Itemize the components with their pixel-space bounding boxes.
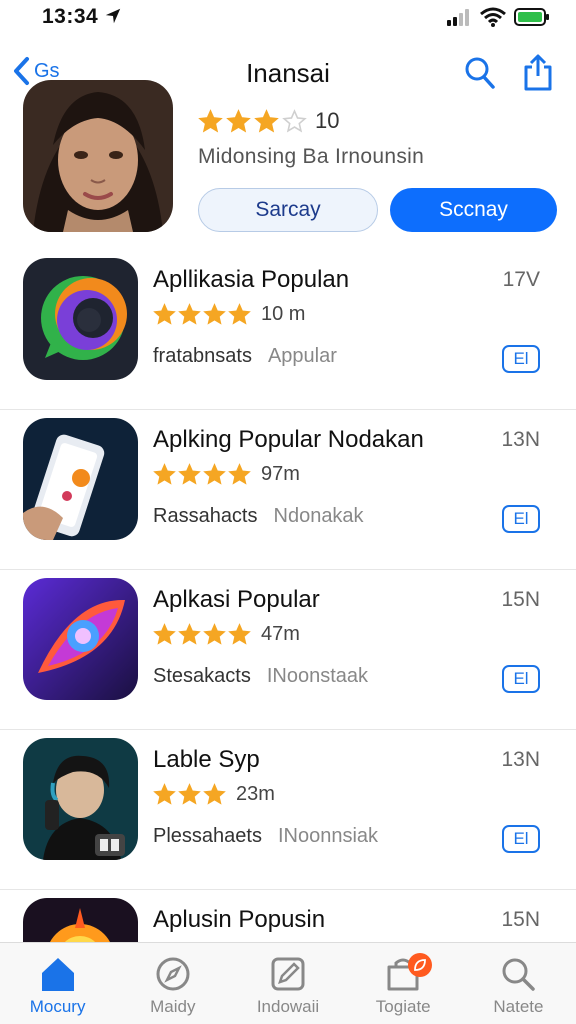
location-arrow-icon — [105, 8, 121, 24]
app-meta: fratabnsats Appular — [153, 345, 337, 368]
star-filled-icon — [178, 623, 201, 645]
get-button[interactable]: El — [502, 505, 540, 533]
star-rating — [153, 783, 226, 806]
app-avatar — [23, 80, 173, 232]
tab-label: Natete — [493, 997, 544, 1016]
app-icon-chat — [23, 258, 138, 380]
wifi-icon — [480, 7, 506, 27]
app-category: INoonstaak — [266, 665, 368, 687]
app-name: Apllikasia Populan — [153, 266, 350, 293]
tab-bar: Mocury Maidy Indowaii Togiate Natete — [0, 942, 576, 1024]
app-name: Aplkasi Popular — [153, 586, 320, 613]
rating-count: 10 m — [261, 303, 306, 325]
star-rating — [198, 108, 307, 134]
tab-home[interactable]: Mocury — [0, 943, 115, 1024]
star-filled-icon — [226, 108, 251, 132]
app-rating: 10 m — [153, 303, 305, 326]
rating-count: 23m — [236, 783, 275, 805]
leaf-icon — [413, 959, 426, 971]
hero-subtitle: Midonsing Ba Irnounsin — [198, 145, 425, 168]
app-category: INoonnsiak — [277, 825, 379, 847]
star-filled-icon — [153, 623, 176, 645]
app-name: Aplking Popular Nodakan — [153, 426, 424, 453]
app-size: 15N — [501, 588, 540, 611]
star-empty-icon — [282, 108, 307, 132]
rating-value: 10 — [315, 108, 340, 133]
star-filled-icon — [203, 463, 226, 485]
status-indicators — [446, 7, 550, 27]
star-filled-icon — [203, 783, 226, 805]
star-filled-icon — [178, 303, 201, 325]
star-filled-icon — [203, 303, 226, 325]
app-rating: 97m — [153, 463, 300, 486]
star-filled-icon — [228, 623, 251, 645]
battery-icon — [514, 8, 549, 26]
star-filled-icon — [153, 783, 176, 805]
app-developer: Rassahacts — [153, 505, 258, 527]
star-filled-icon — [198, 108, 223, 132]
rating-count: 47m — [261, 623, 300, 645]
star-rating — [153, 303, 251, 326]
star-filled-icon — [153, 463, 176, 485]
search-icon — [502, 958, 536, 991]
search-icon[interactable] — [464, 56, 496, 90]
app-developer: Plessahaets — [153, 825, 262, 847]
app-list: Apllikasia Populan 17V 10 m fratabnsats A… — [0, 250, 576, 1024]
status-time: 13:34 — [42, 5, 99, 28]
star-filled-icon — [203, 623, 226, 645]
app-meta: Rassahacts Ndonakak — [153, 505, 364, 528]
star-rating — [153, 623, 251, 646]
app-icon-person — [23, 738, 138, 860]
app-size: 17V — [502, 268, 540, 291]
app-developer: Stesakacts — [153, 665, 251, 687]
app-size: 13N — [501, 748, 540, 771]
get-button[interactable]: El — [502, 825, 540, 853]
list-item[interactable]: Apllikasia Populan 17V 10 m fratabnsats A… — [0, 250, 576, 410]
star-filled-icon — [178, 463, 201, 485]
tab-label: Togiate — [375, 997, 431, 1016]
compass-icon — [156, 957, 190, 991]
app-size: 15N — [501, 908, 540, 931]
signal-icon — [447, 9, 469, 26]
star-filled-icon — [254, 108, 279, 132]
status-bar: 13:34 — [0, 0, 576, 34]
star-filled-icon — [228, 463, 251, 485]
home-icon — [41, 958, 74, 991]
star-filled-icon — [228, 303, 251, 325]
share-icon[interactable] — [522, 54, 554, 92]
list-item[interactable]: Aplkasi Popular 15N 47m Stesakacts INoons… — [0, 570, 576, 730]
tab-edit[interactable]: Indowaii — [230, 943, 345, 1024]
app-developer: fratabnsats — [153, 345, 252, 367]
app-icon-phone — [23, 418, 138, 540]
list-item[interactable]: Lable Syp 13N 23m Plessahaets INoonnsiak … — [0, 730, 576, 890]
tab-discover[interactable]: Maidy — [115, 943, 230, 1024]
app-name: Aplusin Popusin — [153, 906, 326, 933]
star-filled-icon — [153, 303, 176, 325]
hero-rating: 10 — [198, 108, 339, 134]
get-button[interactable]: El — [502, 665, 540, 693]
star-filled-icon — [178, 783, 201, 805]
secondary-button[interactable]: Sarcay — [198, 188, 378, 232]
app-rating: 23m — [153, 783, 275, 806]
app-name: Lable Syp — [153, 746, 260, 773]
tab-updates[interactable]: Togiate — [346, 943, 461, 1024]
app-size: 13N — [501, 428, 540, 451]
app-category: Ndonakak — [273, 505, 364, 527]
notification-badge — [407, 953, 432, 977]
app-rating: 47m — [153, 623, 300, 646]
app-icon-swirl — [23, 578, 138, 700]
star-rating — [153, 463, 251, 486]
edit-icon — [271, 957, 305, 991]
tab-label: Mocury — [29, 997, 86, 1016]
tab-label: Maidy — [150, 997, 196, 1016]
app-category: Appular — [267, 345, 337, 367]
rating-count: 97m — [261, 463, 300, 485]
primary-button[interactable]: Sccnay — [390, 188, 557, 232]
tab-label: Indowaii — [256, 997, 320, 1016]
get-button[interactable]: El — [502, 345, 540, 373]
app-meta: Plessahaets INoonnsiak — [153, 825, 378, 848]
tab-search[interactable]: Natete — [461, 943, 576, 1024]
app-meta: Stesakacts INoonstaak — [153, 665, 368, 688]
list-item[interactable]: Aplking Popular Nodakan 13N 97m Rassahac… — [0, 410, 576, 570]
